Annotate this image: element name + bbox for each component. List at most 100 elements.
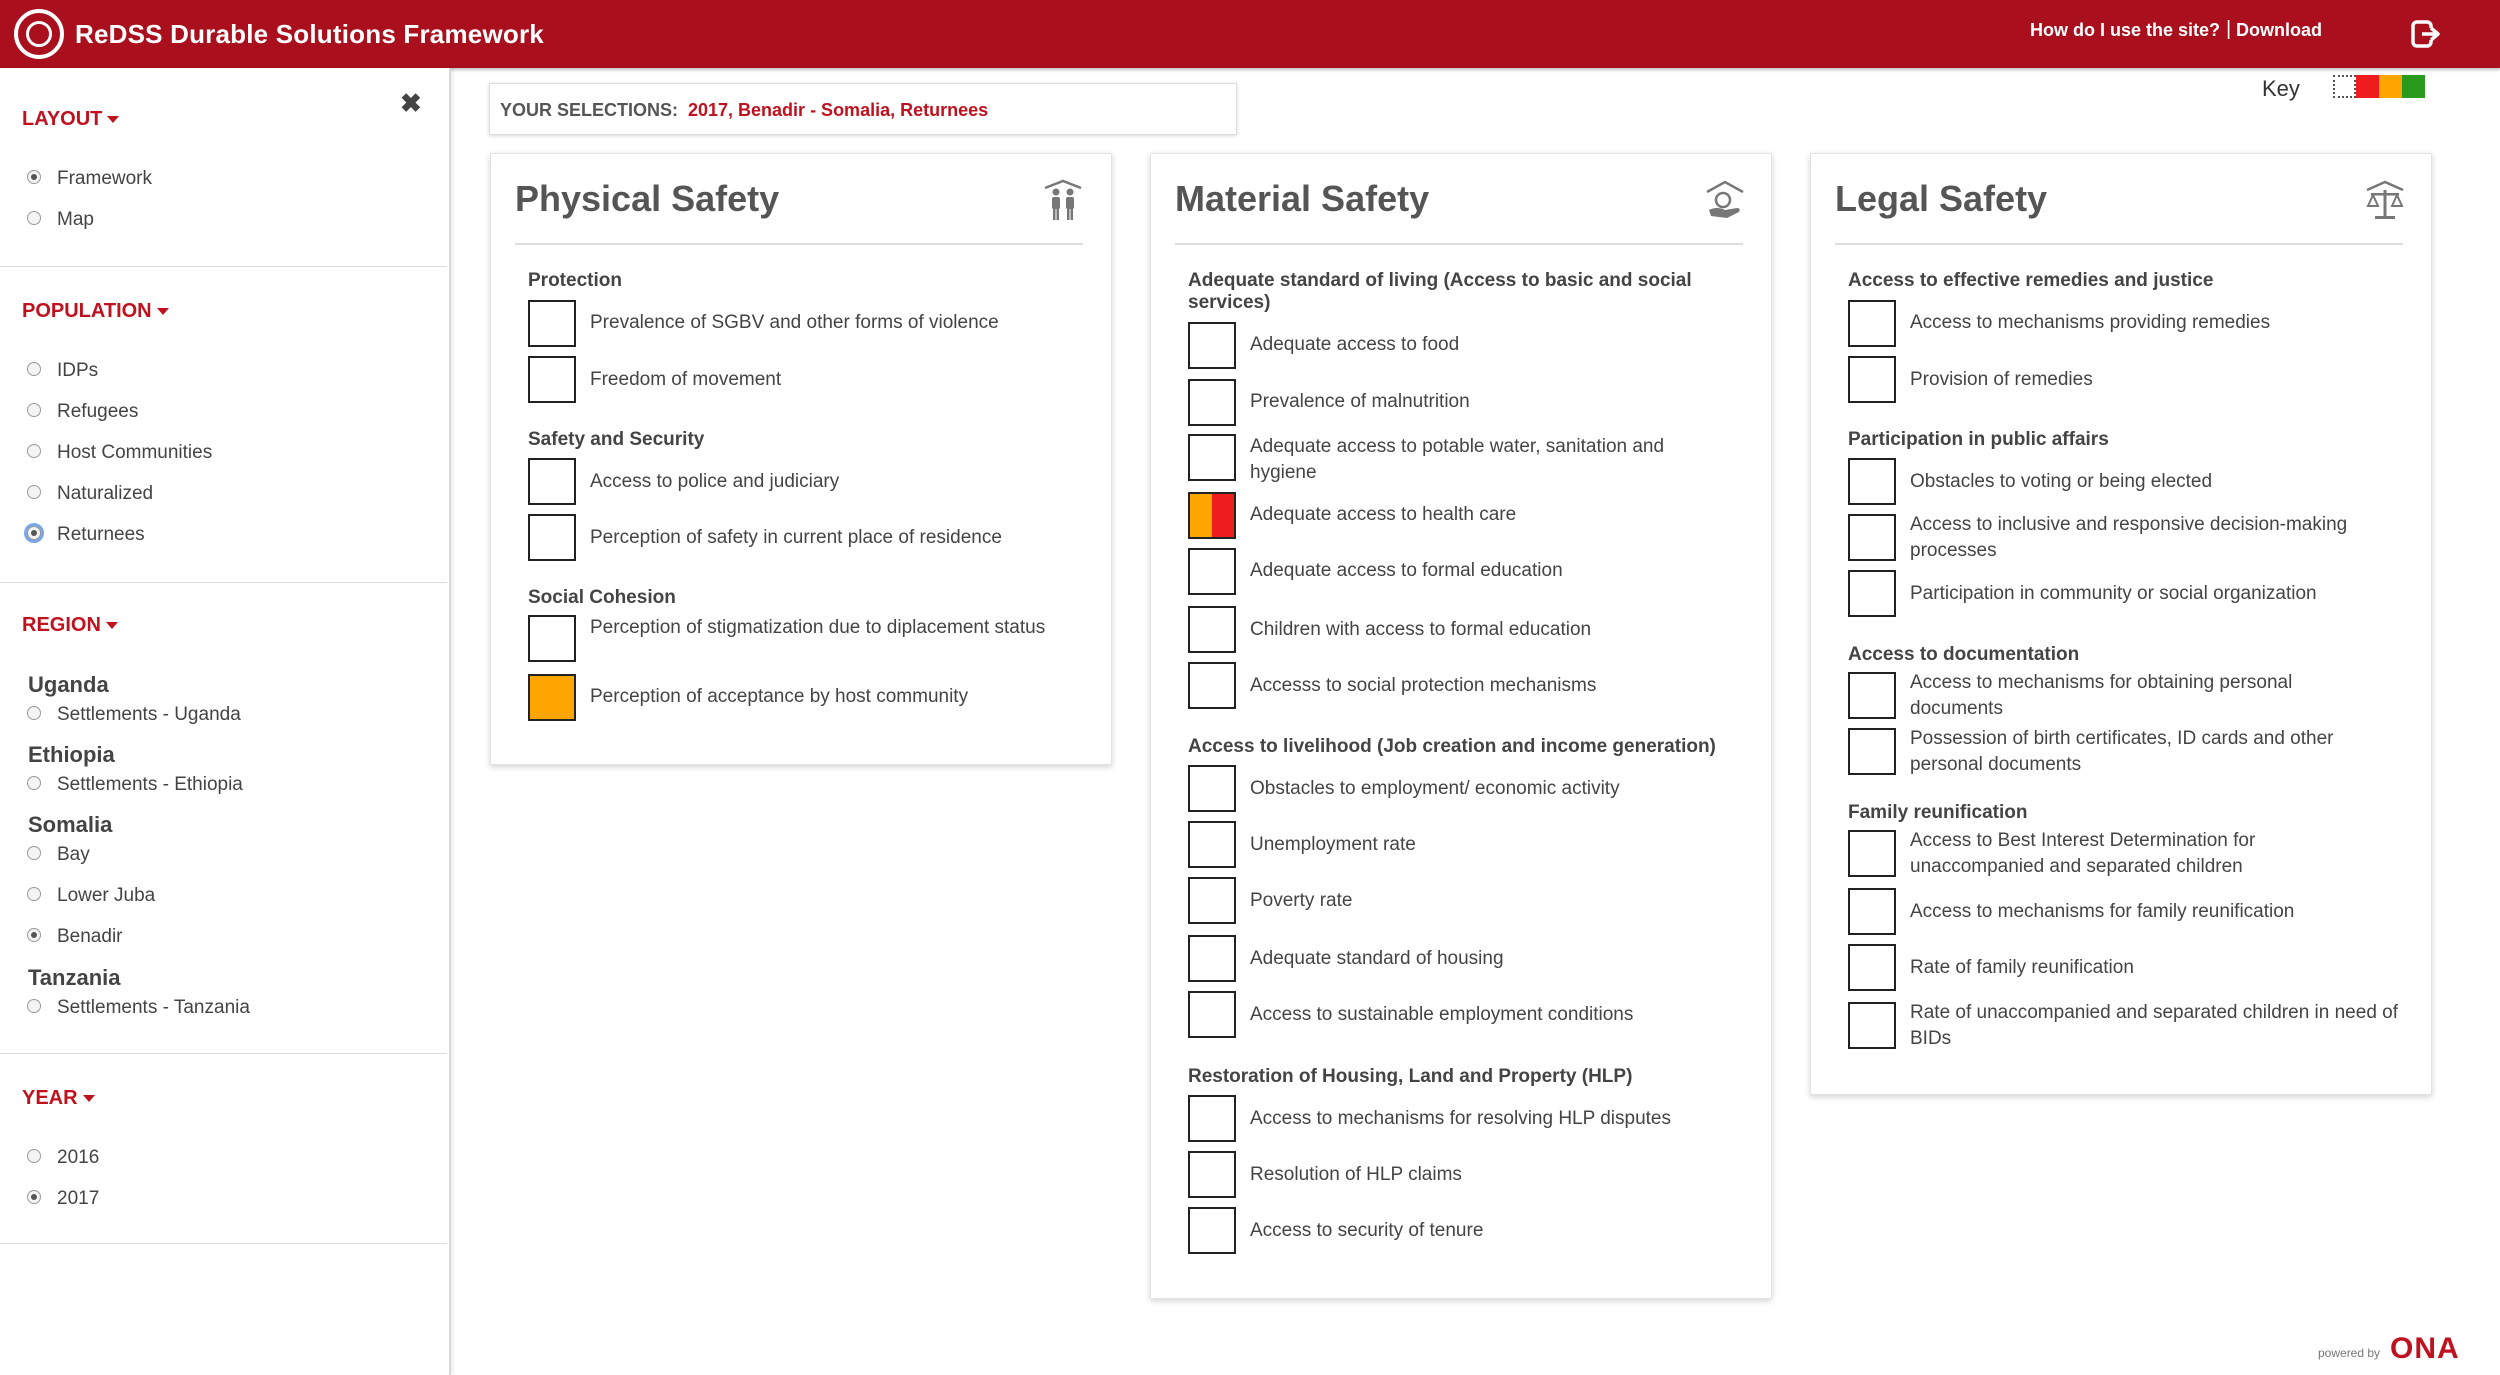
indicator-label: Rate of family reunification (1910, 957, 2134, 978)
key-swatch-green (2402, 75, 2425, 98)
population-option-refugees[interactable]: Refugees (27, 401, 138, 423)
indicator-box[interactable] (1848, 570, 1896, 617)
radio-button[interactable] (27, 845, 41, 860)
indicator-box[interactable] (1188, 935, 1236, 982)
indicator-box[interactable] (528, 514, 576, 561)
indicator-label: Unemployment rate (1250, 834, 1416, 855)
indicator-box[interactable] (1848, 356, 1896, 403)
indicator-box[interactable] (1188, 322, 1236, 369)
redss-logo[interactable] (14, 9, 64, 59)
radio-button[interactable] (27, 705, 41, 720)
indicator-box[interactable] (1188, 606, 1236, 653)
indicator-label: Provision of remedies (1910, 369, 2093, 390)
indicator-box-orange[interactable] (528, 674, 576, 721)
indicator-box[interactable] (1188, 877, 1236, 924)
indicator-box[interactable] (1848, 728, 1896, 775)
region-option-bay[interactable]: Bay (27, 844, 90, 866)
population-option-returnees[interactable]: Returnees (27, 524, 145, 546)
year-section-toggle[interactable]: YEAR (22, 1087, 95, 1110)
indicator-box[interactable] (1188, 821, 1236, 868)
radio-button[interactable] (27, 361, 41, 376)
layout-option-map[interactable]: Map (27, 209, 94, 231)
material-safety-panel: Material Safety Adequate standard of liv… (1150, 153, 1772, 1299)
radio-label: Settlements - Uganda (57, 704, 241, 725)
region-section-toggle[interactable]: REGION (22, 614, 118, 637)
radio-button[interactable] (27, 169, 41, 184)
radio-button[interactable] (27, 998, 41, 1013)
population-option-idps[interactable]: IDPs (27, 360, 98, 382)
indicator-box[interactable] (1848, 672, 1896, 719)
section-divider (0, 1053, 447, 1054)
indicator-box[interactable] (1188, 1207, 1236, 1254)
indicator-box[interactable] (528, 356, 576, 403)
radio-button[interactable] (27, 210, 41, 225)
indicator-box[interactable] (1848, 458, 1896, 505)
indicator-label: Prevalence of malnutrition (1250, 391, 1470, 412)
indicator-label: Accesss to social protection mechanisms (1250, 675, 1597, 696)
indicator-box[interactable] (1848, 514, 1896, 561)
population-option-host-communities[interactable]: Host Communities (27, 442, 212, 464)
radio-button[interactable] (27, 402, 41, 417)
radio-button[interactable] (27, 927, 41, 942)
indicator-box[interactable] (528, 300, 576, 347)
indicator-box[interactable] (1188, 991, 1236, 1038)
layout-option-framework[interactable]: Framework (27, 168, 152, 190)
panel-divider (515, 243, 1083, 245)
region-option-benadir[interactable]: Benadir (27, 926, 123, 948)
indicator-box[interactable] (1848, 888, 1896, 935)
indicator-label: Obstacles to employment/ economic activi… (1250, 778, 1620, 799)
population-title: POPULATION (22, 300, 152, 322)
radio-button[interactable] (27, 1189, 41, 1204)
radio-button[interactable] (27, 443, 41, 458)
radio-label: 2016 (57, 1147, 100, 1168)
close-sidebar-icon[interactable]: ✖ (400, 88, 422, 119)
indicator-box[interactable] (1188, 548, 1236, 595)
radio-button[interactable] (27, 484, 41, 499)
indicator-box[interactable] (1188, 379, 1236, 426)
year-option-2017[interactable]: 2017 (27, 1188, 99, 1210)
indicator-box[interactable] (528, 458, 576, 505)
indicator-label: Access to security of tenure (1250, 1220, 1484, 1241)
indicator-box[interactable] (1848, 1002, 1896, 1049)
population-section-toggle[interactable]: POPULATION (22, 300, 169, 323)
region-option-settlements-uganda[interactable]: Settlements - Uganda (27, 704, 241, 726)
region-country-tanzania: Tanzania (28, 965, 121, 990)
radio-button[interactable] (27, 886, 41, 901)
indicator-box[interactable] (1188, 662, 1236, 709)
group-heading: Safety and Security (528, 429, 705, 450)
indicator-box[interactable] (1188, 1095, 1236, 1142)
indicator-label: Adequate access to formal education (1250, 560, 1563, 581)
indicator-box[interactable] (1848, 944, 1896, 991)
layout-section-toggle[interactable]: LAYOUT (22, 108, 120, 131)
section-divider (0, 582, 447, 583)
app-title[interactable]: ReDSS Durable Solutions Framework (75, 19, 544, 50)
logout-icon[interactable] (2410, 18, 2442, 50)
radio-label: 2017 (57, 1188, 100, 1209)
group-heading: Adequate standard of living (Access to b… (1188, 270, 1692, 313)
population-option-naturalized[interactable]: Naturalized (27, 483, 153, 505)
section-divider (0, 266, 447, 267)
region-option-settlements-tanzania[interactable]: Settlements - Tanzania (27, 997, 250, 1019)
region-option-settlements-ethiopia[interactable]: Settlements - Ethiopia (27, 774, 243, 796)
radio-label: Bay (57, 844, 90, 865)
radio-button[interactable] (27, 1148, 41, 1163)
radio-label: Settlements - Tanzania (57, 997, 250, 1018)
radio-button[interactable] (27, 525, 41, 540)
region-country-ethiopia: Ethiopia (28, 742, 115, 767)
indicator-box[interactable] (1848, 300, 1896, 347)
help-link[interactable]: How do I use the site? (2030, 20, 2220, 41)
indicator-box[interactable] (1188, 1151, 1236, 1198)
year-option-2016[interactable]: 2016 (27, 1147, 99, 1169)
indicator-box[interactable] (1188, 434, 1236, 481)
indicator-box[interactable] (1848, 830, 1896, 877)
indicator-box[interactable] (528, 615, 576, 662)
indicator-box[interactable] (1188, 765, 1236, 812)
download-link[interactable]: Download (2236, 20, 2322, 41)
legal-safety-panel: Legal Safety Access to effective remedie… (1810, 153, 2432, 1095)
region-option-lower-juba[interactable]: Lower Juba (27, 885, 155, 907)
indicator-box-orange-red[interactable] (1188, 492, 1236, 539)
indicator-label: Access to sustainable employment conditi… (1250, 1004, 1634, 1025)
radio-button[interactable] (27, 775, 41, 790)
ona-logo[interactable]: ONA (2390, 1332, 2460, 1366)
selections-value: 2017, Benadir - Somalia, Returnees (688, 100, 989, 120)
